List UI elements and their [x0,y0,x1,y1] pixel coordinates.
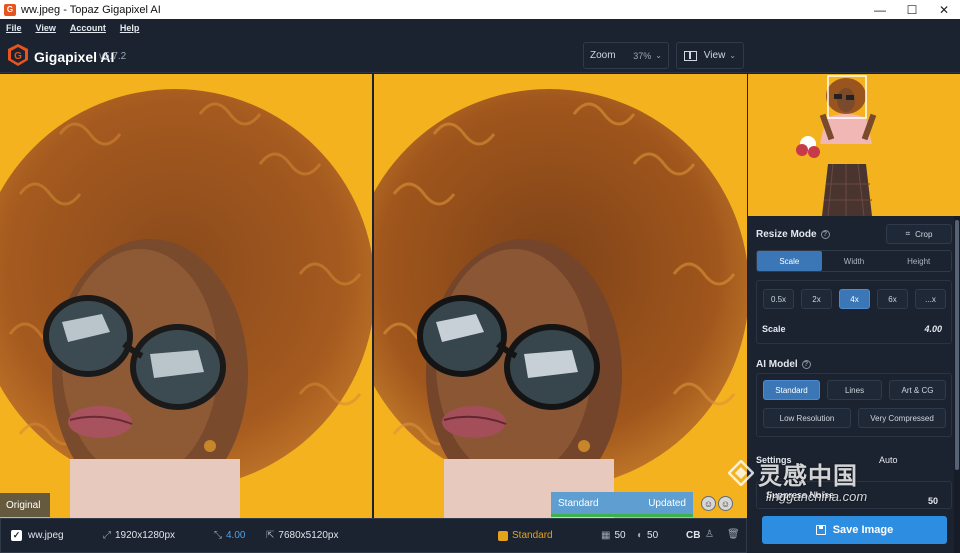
zoom-label: Zoom [590,50,616,61]
scale-info: ⤡ 4.00 [214,530,245,541]
window-titlebar: G ww.jpeg - Topaz Gigapixel AI — ☐ ✕ [0,0,960,19]
crop-icon: ⌗ [905,229,911,238]
menu-view[interactable]: View [36,23,56,33]
blur-info: ◐ 50 [637,530,658,541]
resize-mode-title: Resize Mode ? [756,229,830,240]
save-icon [815,525,826,535]
noise-info: ▦ 50 [601,530,626,541]
model-very-compressed-button[interactable]: Very Compressed [858,408,946,428]
scale-label: Scale [762,324,786,334]
model-status-text: Updated [648,497,686,509]
window-controls: — ☐ ✕ [864,0,960,19]
model-info: Standard [498,530,553,541]
resize-mode-label: Resize Mode [756,229,817,240]
scale-custom-button[interactable]: ...x [915,289,946,309]
split-view-icon [684,50,697,61]
scale-readout: 4.00 [226,530,246,541]
ai-model-title: AI Model ? [756,359,811,370]
tab-scale[interactable]: Scale [757,251,822,271]
zoom-dropdown[interactable]: Zoom 37% ⌄ [583,42,669,69]
enhanced-preview[interactable] [374,74,747,518]
enhanced-photo [374,89,747,518]
model-standard-button[interactable]: Standard [763,380,820,400]
resize-mode-tabs: Scale Width Height [756,250,952,272]
app-icon: G [4,3,16,16]
person-icon[interactable]: ♙ [705,529,714,540]
menu-bar: File View Account Help [0,19,960,37]
original-label: Original [0,493,50,517]
watermark-logo-icon [728,460,754,486]
color-mode: CB [686,530,701,541]
close-button[interactable]: ✕ [928,0,960,19]
noise-value: 50 [614,530,626,541]
noise-icon: ▦ [601,530,611,541]
ai-model-label: AI Model [756,359,798,370]
model-icon [498,530,508,541]
watermark-cn-text: 灵感中国 [758,463,858,490]
trash-icon[interactable]: 🗑 [727,529,740,540]
face-smile-icon[interactable]: ☺ [701,496,716,511]
image-size-icon: ⤢ [103,530,111,541]
scale-2x-button[interactable]: 2x [801,289,832,309]
model-name: Standard [512,530,553,541]
model-low-resolution-button[interactable]: Low Resolution [763,408,851,428]
output-size-icon: ⇱ [266,530,275,541]
tab-width[interactable]: Width [822,251,887,271]
svg-text:G: G [14,51,22,62]
model-progress-bar [551,514,693,517]
view-dropdown[interactable]: View ⌄ [676,42,744,69]
help-icon[interactable]: ? [801,360,811,369]
blur-value: 50 [647,530,659,541]
output-size-info: ⇱ 7680x5120px [266,530,338,541]
maximize-button[interactable]: ☐ [896,0,928,19]
scale-value-input[interactable]: 4.00 [924,324,942,334]
original-preview[interactable] [0,74,372,518]
menu-file[interactable]: File [6,23,22,33]
watermark: 灵感中国 lingganchina.com [728,456,953,516]
source-size: 1920x1280px [115,530,176,541]
navigator-thumbnail[interactable] [748,74,960,216]
output-size: 7680x5120px [278,530,339,541]
help-icon[interactable]: ? [820,230,830,239]
menu-account[interactable]: Account [70,23,106,33]
model-lines-button[interactable]: Lines [827,380,882,400]
source-size-info: ⤢ 1920x1280px [103,530,175,541]
model-art-cg-button[interactable]: Art & CG [889,380,946,400]
original-photo [0,89,372,518]
file-select-checkbox[interactable]: ✓ [11,530,22,541]
save-image-button[interactable]: Save Image [762,516,947,544]
file-name: ww.jpeg [28,530,64,541]
crop-label: Crop [915,229,933,239]
window-title: ww.jpeg - Topaz Gigapixel AI [21,3,161,16]
blur-icon: ◐ [637,530,644,541]
chevron-down-icon: ⌄ [655,51,662,60]
gigapixel-logo-icon: G [8,44,28,66]
save-image-label: Save Image [832,524,894,536]
thumbnail-photo [796,75,877,216]
tab-height[interactable]: Height [886,251,951,271]
scale-4x-button[interactable]: 4x [839,289,870,309]
model-status-badge: Standard Updated [551,492,693,514]
crop-button[interactable]: ⌗ Crop [886,224,952,244]
file-info-bar: ✓ ww.jpeg ⤢ 1920x1280px ⤡ 4.00 ⇱ 7680x51… [0,518,747,553]
menu-help[interactable]: Help [120,23,140,33]
view-label: View [703,50,726,61]
scale-0-5x-button[interactable]: 0.5x [763,289,794,309]
scale-row: Scale 4.00 [762,324,942,334]
watermark-en-text: lingganchina.com [766,489,868,504]
scale-6x-button[interactable]: 6x [877,289,908,309]
app-header: G Gigapixel AI v5.7.2 Zoom 37% ⌄ View ⌄ [0,37,960,73]
sidebar-scroll-thumb[interactable] [955,220,959,470]
minimize-button[interactable]: — [864,0,896,19]
app-version: v5.7.2 [99,51,127,62]
zoom-value: 37% [633,50,652,61]
chevron-down-icon: ⌄ [729,51,736,60]
scale-icon: ⤡ [214,530,222,541]
model-status-name: Standard [558,497,599,509]
